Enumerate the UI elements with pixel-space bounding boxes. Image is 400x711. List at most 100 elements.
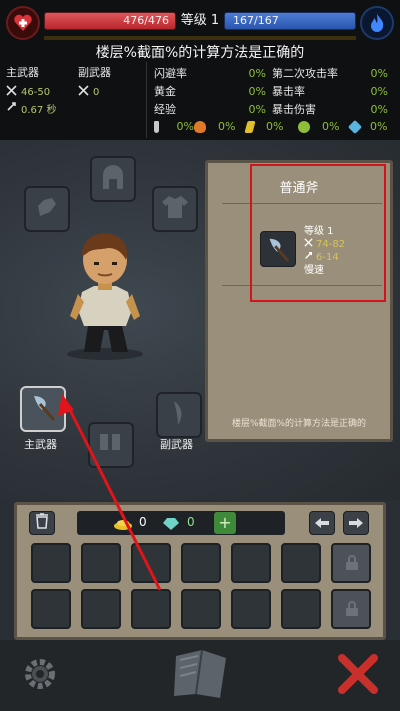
gear-icon (20, 659, 60, 698)
inventory-slot[interactable] (181, 589, 221, 629)
arrow-left-icon (314, 514, 330, 533)
boots-icon (97, 430, 125, 460)
resistance-row: 0% 0% 0% 0% 0% (154, 119, 398, 134)
gauntlet-icon (34, 194, 60, 224)
inventory-slot[interactable] (131, 543, 171, 583)
crossed-swords-icon (6, 85, 17, 99)
locked-inventory-slot[interactable] (331, 543, 371, 583)
prev-page-button[interactable] (309, 511, 335, 535)
mana-bar: 167/167 (224, 12, 356, 30)
currency-bar: 0 0 + (77, 511, 285, 535)
helmet-icon (100, 163, 126, 195)
stat-value: 0% (248, 102, 266, 116)
hud-divider (146, 62, 147, 138)
stat-label: 第二次攻击率 (272, 67, 338, 80)
inventory-slot[interactable] (281, 589, 321, 629)
book-icon (166, 649, 234, 708)
stat-row: 黄金 0% 暴击率 0% (154, 82, 398, 100)
gloves-slot[interactable] (24, 186, 70, 232)
highlight-box (250, 164, 386, 302)
arrow-right-icon (348, 514, 364, 533)
main-weapon-speed: 0.67 秒 (21, 104, 57, 116)
buy-gems-button[interactable]: + (213, 511, 237, 535)
player-level: 等级 1 (180, 13, 220, 28)
armor-slot[interactable] (152, 186, 198, 232)
discard-button[interactable] (29, 511, 55, 535)
settings-button[interactable] (20, 654, 60, 694)
inventory-slot[interactable] (231, 589, 271, 629)
locked-inventory-slot[interactable] (331, 589, 371, 629)
resist-value: 0% (176, 120, 194, 133)
main-weapon-header: 主武器 (6, 66, 39, 79)
lock-icon (345, 555, 359, 575)
top-hud: 476/476 等级 1 167/167 楼层%截面%的计算方法是正确的 主武器… (0, 0, 400, 140)
dagger-icon (166, 399, 192, 431)
bottom-bar (0, 640, 400, 711)
sub-weapon-stats: 副武器 0 (78, 64, 111, 100)
stat-label: 黄金 (154, 85, 176, 98)
hero-character (60, 230, 150, 360)
stats-grid: 闪避率 0% 第二次攻击率 0% 黄金 0% 暴击率 0% 经验 0% 暴击伤害… (154, 64, 398, 118)
stat-label: 暴击率 (272, 85, 305, 98)
stat-value: 0% (248, 84, 266, 98)
close-button[interactable] (336, 652, 380, 696)
sub-weapon-header: 副武器 (78, 66, 111, 79)
main-weapon-attack: 46-50 (21, 86, 51, 98)
lock-icon (345, 601, 359, 621)
inventory-slot[interactable] (81, 589, 121, 629)
next-page-button[interactable] (343, 511, 369, 535)
codex-button[interactable] (166, 644, 234, 704)
inventory-slot[interactable] (231, 543, 271, 583)
stat-row: 闪避率 0% 第二次攻击率 0% (154, 64, 398, 82)
frost-icon (347, 119, 363, 134)
stat-label: 经验 (154, 103, 176, 116)
floor-title: 楼层%截面%的计算方法是正确的 (95, 45, 305, 61)
health-value: 476/476 (123, 14, 169, 27)
sub-weapon-slot-label: 副武器 (160, 438, 193, 451)
resist-value: 0% (370, 120, 388, 133)
plus-icon: + (218, 513, 232, 532)
stat-row: 经验 0% 暴击伤害 0% (154, 100, 398, 118)
stat-value: 0% (370, 84, 388, 98)
main-weapon-stats: 主武器 46-50 0.67 秒 (6, 64, 56, 116)
trash-icon (35, 513, 49, 533)
stat-value: 0% (370, 102, 388, 116)
mana-value: 167/167 (233, 14, 279, 27)
stat-label: 暴击伤害 (272, 103, 316, 116)
health-bar: 476/476 (44, 12, 176, 30)
mana-flame-icon (360, 6, 394, 40)
resist-value: 0% (266, 120, 284, 133)
inventory-panel: 0 0 + (14, 502, 386, 640)
crossed-swords-icon (78, 85, 89, 99)
resist-value: 0% (322, 120, 340, 133)
inventory-slot[interactable] (31, 589, 71, 629)
main-weapon-slot[interactable] (20, 386, 66, 432)
stat-value: 0% (370, 66, 388, 80)
sub-weapon-slot[interactable] (156, 392, 202, 438)
inventory-slot[interactable] (181, 543, 221, 583)
attack-speed-icon (6, 101, 17, 115)
shield-icon (154, 120, 159, 133)
axe-icon (28, 392, 58, 426)
gold-icon (113, 516, 133, 535)
gold-count: 0 (139, 515, 147, 529)
inventory-slot[interactable] (281, 543, 321, 583)
shirt-icon (161, 194, 189, 224)
gem-icon (161, 516, 181, 535)
inventory-slot[interactable] (31, 543, 71, 583)
resist-value: 0% (218, 120, 236, 133)
stat-value: 0% (248, 66, 266, 80)
fire-icon (194, 120, 206, 133)
stat-label: 闪避率 (154, 67, 187, 80)
main-weapon-slot-label: 主武器 (24, 438, 57, 451)
lightning-icon (244, 120, 256, 133)
boots-slot[interactable] (88, 422, 134, 468)
inventory-slot[interactable] (131, 589, 171, 629)
gem-count: 0 (187, 515, 195, 529)
close-icon (336, 654, 380, 700)
poison-icon (298, 120, 310, 133)
health-heart-icon (6, 6, 40, 40)
helmet-slot[interactable] (90, 156, 136, 202)
experience-bar (44, 36, 356, 40)
inventory-slot[interactable] (81, 543, 121, 583)
